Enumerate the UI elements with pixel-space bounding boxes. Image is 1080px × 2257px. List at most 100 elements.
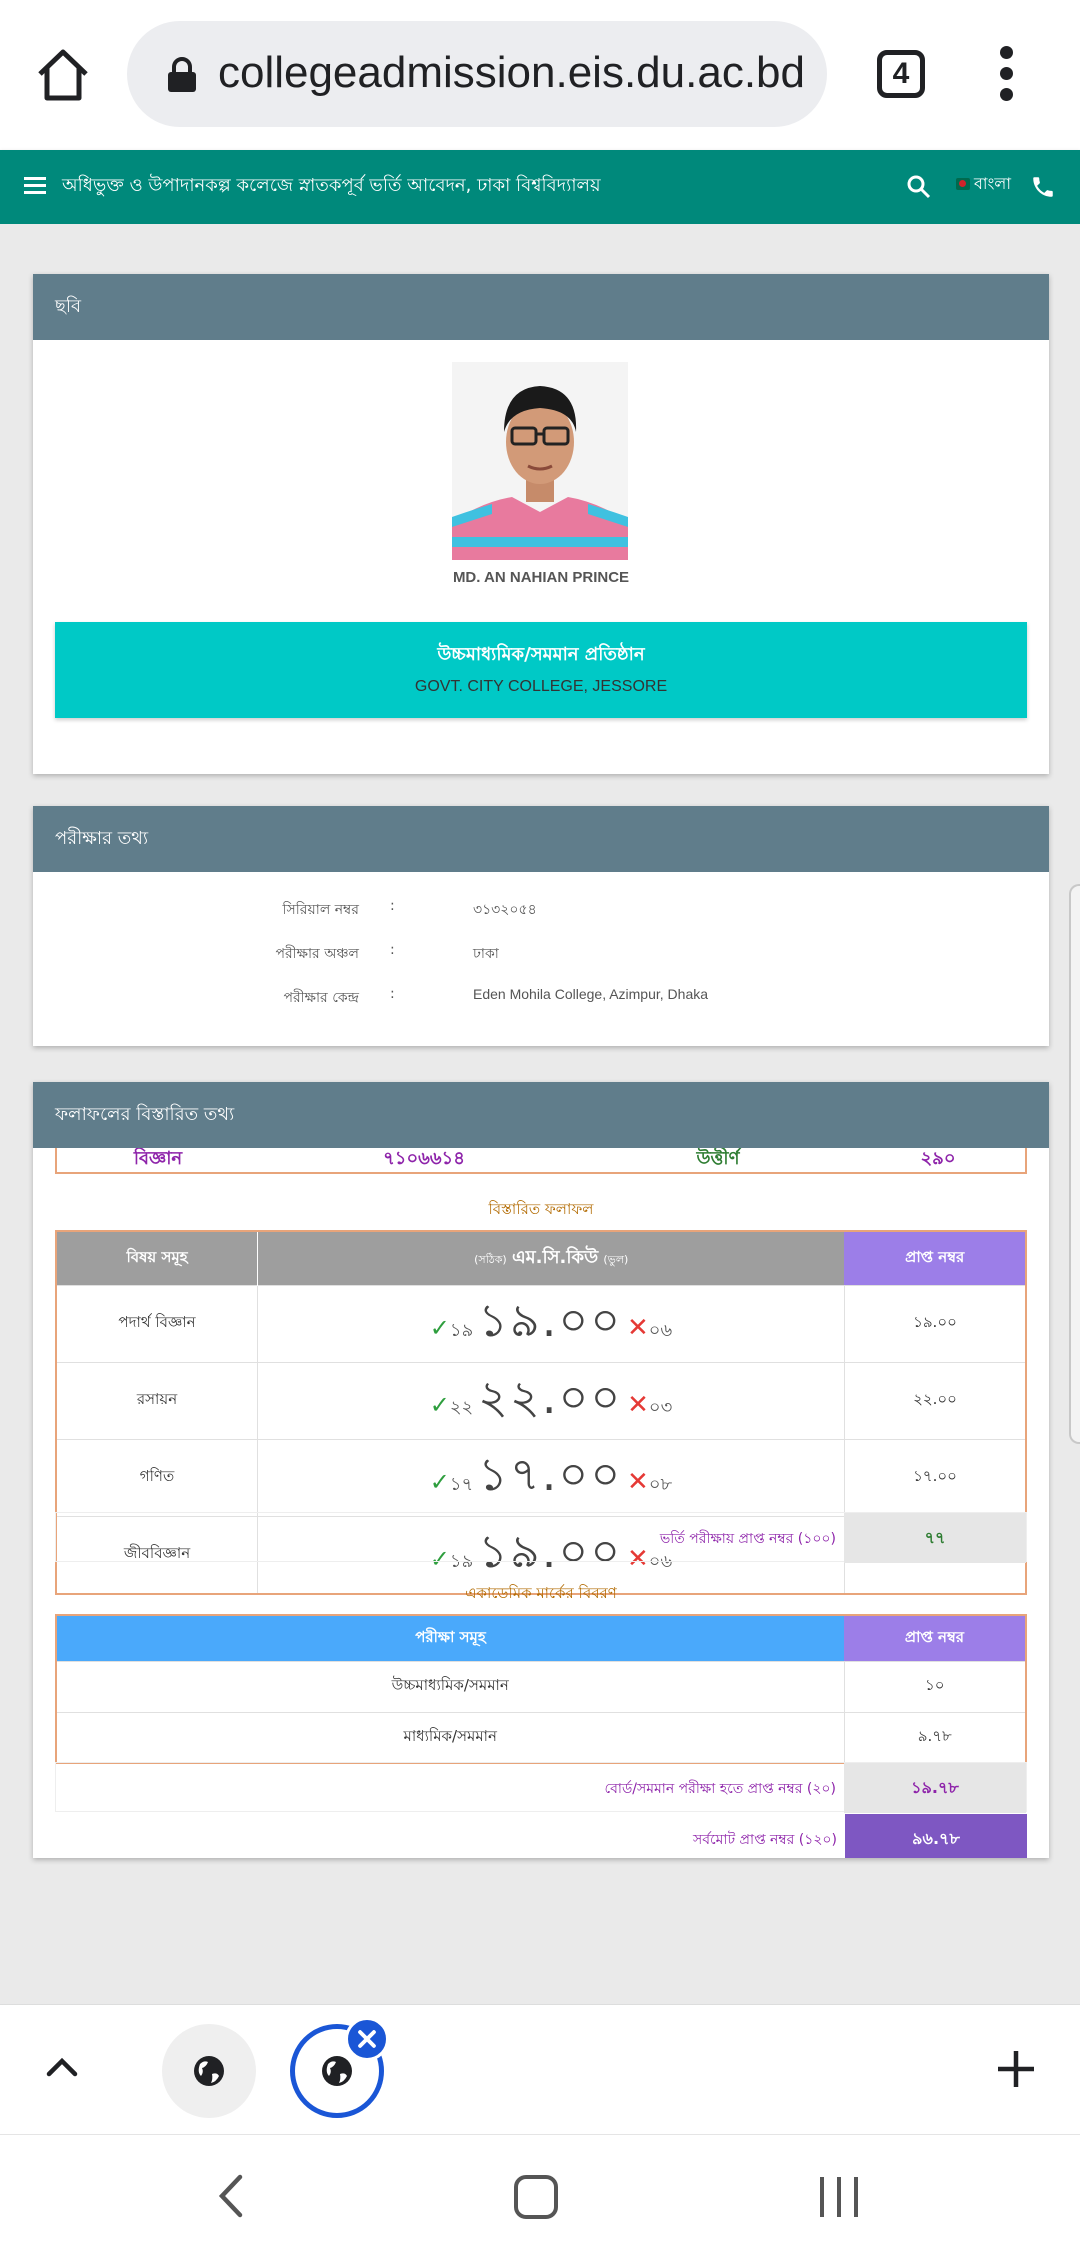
summary-position: ২৯০: [920, 1148, 956, 1169]
language-toggle[interactable]: বাংলা: [974, 170, 1011, 198]
board-total-label: বোর্ড/সমমান পরীক্ষা হতে প্রাপ্ত নম্বর (২…: [604, 1781, 836, 1797]
institution-label: উচ্চমাধ্যমিক/সমমান প্রতিষ্ঠান: [437, 644, 645, 665]
cross-icon: ✕: [627, 1466, 649, 1497]
mcq-label: এম.সি.কিউ: [511, 1246, 599, 1268]
admission-total-value: ৭৭: [844, 1513, 1026, 1563]
photo-card: ছবি MD. AN NAHIAN PRINCE উচ্চমাধ্যমিক/সম…: [33, 274, 1049, 774]
academic-exam: উচ্চমাধ্যমিক/সমমান: [56, 1660, 845, 1712]
chevron-up-icon[interactable]: [44, 2049, 80, 2085]
result-card-heading: ফলাফলের বিস্তারিত তথ্য: [33, 1082, 1049, 1148]
obtained-column-header: প্রাপ্ত নম্বর: [844, 1231, 1026, 1285]
site-header: অধিভুক্ত ও উপাদানকল্প কলেজে স্নাতকপূর্ব …: [0, 150, 1080, 224]
info-colon: :: [390, 898, 395, 914]
browser-toolbar: collegeadmission.eis.du.ac.bd 4: [0, 0, 1080, 148]
wrong-count: ০৩: [648, 1396, 673, 1418]
tab-thumbnail[interactable]: [162, 2024, 256, 2118]
obtained-marks: ১৭.০০: [844, 1438, 1026, 1516]
info-label: পরীক্ষার অঞ্চল: [275, 946, 359, 962]
system-navigation-bar: [0, 2134, 1080, 2257]
correct-count: ২২: [449, 1396, 474, 1418]
exam-info-card: পরীক্ষার তথ্য সিরিয়াল নম্বর : ৩১৩২০৫৪ প…: [33, 806, 1049, 1046]
mcq-score: ১৭.০০: [478, 1446, 623, 1501]
scrollbar[interactable]: [1069, 884, 1080, 1444]
globe-icon: [194, 2056, 224, 2086]
obtained-marks: ১৯.০০: [844, 1284, 1026, 1362]
institution-box: উচ্চমাধ্যমিক/সমমান প্রতিষ্ঠান GOVT. CITY…: [55, 622, 1027, 718]
home-nav-icon[interactable]: [514, 2175, 558, 2219]
cross-icon: ✕: [627, 1389, 649, 1420]
table-row: পদার্থ বিজ্ঞান ✓১৯ ১৯.০০ ✕০৬ ১৯.০০: [56, 1284, 1026, 1362]
summary-status: উত্তীর্ণ: [696, 1148, 740, 1169]
mcq-cell: ✓১৯ ১৯.০০ ✕০৬: [257, 1284, 845, 1362]
subject-name: গণিত: [56, 1438, 259, 1516]
search-icon[interactable]: [906, 174, 932, 200]
address-bar[interactable]: collegeadmission.eis.du.ac.bd: [127, 21, 827, 127]
exam-zone-row: পরীক্ষার অঞ্চল : ঢাকা: [33, 942, 1049, 972]
institution-name: GOVT. CITY COLLEGE, JESSORE: [414, 678, 668, 695]
tick-icon: ✓: [429, 1390, 450, 1419]
result-detail-card: ফলাফলের বিস্তারিত তথ্য বিজ্ঞান ৭১০৬৬১৪ উ…: [33, 1082, 1049, 1858]
exam-card-heading: পরীক্ষার তথ্য: [33, 806, 1049, 872]
detail-result-heading: বিস্তারিত ফলাফল: [488, 1200, 594, 1218]
grand-total-label: সর্বমোট প্রাপ্ত নম্বর (১২০): [692, 1832, 837, 1848]
table-row: উচ্চমাধ্যমিক/সমমান ১০: [56, 1660, 1026, 1712]
mcq-column-header: (সঠিক) এম.সি.কিউ (ভুল): [257, 1231, 845, 1285]
serial-number-row: সিরিয়াল নম্বর : ৩১৩২০৫৪: [33, 898, 1049, 928]
table-row: রসায়ন ✓২২ ২২.০০ ✕০৩ ২২.০০: [56, 1361, 1026, 1439]
tick-icon: ✓: [429, 1467, 450, 1496]
wrong-count: ০৮: [648, 1473, 673, 1495]
exam-column-header: পরীক্ষা সমূহ: [56, 1615, 844, 1661]
mcq-score: ১৯.০০: [478, 1292, 623, 1347]
academic-exam: মাধ্যমিক/সমমান: [56, 1711, 845, 1763]
obtained-marks: ২২.০০: [844, 1361, 1026, 1439]
recents-icon[interactable]: [820, 2177, 860, 2217]
info-value: ৩১৩২০৫৪: [473, 901, 537, 917]
table-row: গণিত ✓১৭ ১৭.০০ ✕০৮ ১৭.০০: [56, 1438, 1026, 1516]
home-icon[interactable]: [30, 42, 96, 108]
admission-total-label: ভর্তি পরীক্ষায় প্রাপ্ত নম্বর (১০০): [659, 1531, 836, 1547]
phone-icon[interactable]: [1030, 174, 1056, 200]
mcq-correct-label: (সঠিক): [474, 1252, 507, 1266]
grand-total-row: সর্বমোট প্রাপ্ত নম্বর (১২০) ৯৬.৭৮: [55, 1814, 1027, 1858]
url-text: collegeadmission.eis.du.ac.bd: [219, 48, 805, 97]
subject-name: পদার্থ বিজ্ঞান: [56, 1284, 259, 1362]
globe-icon: [322, 2056, 352, 2086]
cross-icon: ✕: [626, 1312, 649, 1343]
board-total-value: ১৯.৭৮: [844, 1763, 1026, 1813]
info-colon: :: [390, 942, 395, 958]
mcq-cell: ✓১৭ ১৭.০০ ✕০৮: [257, 1438, 845, 1516]
info-value: Eden Mohila College, Azimpur, Dhaka: [473, 986, 709, 1002]
summary-roll: ৭১০৬৬১৪: [383, 1148, 465, 1169]
browser-bottom-bar: [0, 2004, 1080, 2134]
wrong-count: ০৬: [648, 1319, 673, 1341]
subject-name: রসায়ন: [56, 1361, 259, 1439]
back-icon[interactable]: [216, 2173, 246, 2219]
info-value: ঢাকা: [473, 945, 499, 961]
admission-total-row: ভর্তি পরীক্ষায় প্রাপ্ত নম্বর (১০০) ৭৭: [55, 1512, 1027, 1563]
tick-icon: ✓: [429, 1313, 450, 1342]
board-total-row: বোর্ড/সমমান পরীক্ষা হতে প্রাপ্ত নম্বর (২…: [55, 1762, 1027, 1813]
close-icon[interactable]: [345, 2017, 389, 2061]
academic-marks-heading: একাডেমিক মার্কের বিবরণ: [465, 1584, 617, 1602]
info-colon: :: [390, 986, 395, 1002]
subject-column-header: বিষয় সমূহ: [56, 1231, 259, 1285]
tabs-counter-icon[interactable]: 4: [877, 50, 925, 98]
plus-icon[interactable]: [996, 2049, 1036, 2089]
lock-icon: [168, 57, 196, 92]
exam-center-row: পরীক্ষার কেন্দ্র : Eden Mohila College, …: [33, 986, 1049, 1016]
table-row: মাধ্যমিক/সমমান ৯.৭৮: [56, 1711, 1026, 1763]
photo-card-heading: ছবি: [33, 274, 1049, 340]
more-vert-icon[interactable]: [992, 46, 1022, 102]
correct-count: ১৭: [449, 1473, 474, 1495]
bangladesh-flag-icon: [956, 178, 970, 190]
site-title[interactable]: অধিভুক্ত ও উপাদানকল্প কলেজে স্নাতকপূর্ব …: [62, 172, 601, 200]
academic-obtained: ১০: [844, 1660, 1026, 1712]
academic-obtained-header: প্রাপ্ত নম্বর: [844, 1615, 1026, 1661]
academic-table: পরীক্ষা সমূহ প্রাপ্ত নম্বর উচ্চমাধ্যমিক/…: [55, 1614, 1027, 1764]
academic-obtained: ৯.৭৮: [844, 1711, 1026, 1763]
mcq-score: ২২.০০: [478, 1369, 623, 1424]
student-name: MD. AN NAHIAN PRINCE: [452, 569, 630, 586]
grand-total-value: ৯৬.৭৮: [845, 1814, 1027, 1858]
info-label: পরীক্ষার কেন্দ্র: [283, 990, 359, 1006]
hamburger-icon[interactable]: [24, 177, 46, 195]
